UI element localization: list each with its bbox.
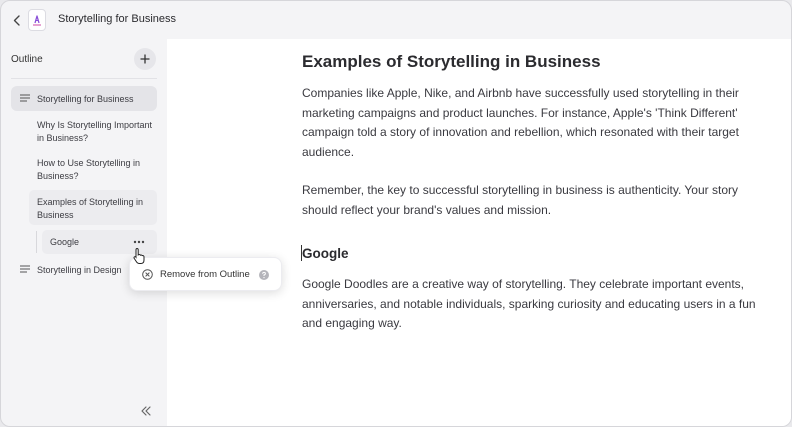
heading-lines-icon	[20, 265, 30, 273]
help-icon[interactable]	[259, 270, 269, 280]
paragraph[interactable]: Remember, the key to successful storytel…	[302, 181, 762, 220]
more-options-icon[interactable]	[133, 240, 145, 244]
outline-item-storytelling-for-business[interactable]: Storytelling for Business	[11, 86, 157, 111]
divider	[11, 78, 157, 79]
collapse-sidebar-button[interactable]	[139, 404, 153, 418]
document-title: Storytelling for Business	[58, 13, 176, 25]
outline-item-examples[interactable]: Examples of Storytelling in Business	[29, 190, 157, 225]
outline-item-label: Storytelling in Design	[37, 265, 122, 275]
remove-from-outline-menu[interactable]: Remove from Outline	[129, 257, 282, 291]
outline-heading: Outline	[11, 54, 43, 65]
app-window: Storytelling for Business Outline Storyt…	[0, 0, 792, 427]
outline-item-how-to-use[interactable]: How to Use Storytelling in Business?	[37, 157, 155, 182]
outline-nesting-line	[36, 231, 37, 253]
document-editor[interactable]: Examples of Storytelling in Business Com…	[167, 39, 791, 426]
heading-lines-icon	[20, 94, 30, 102]
paragraph[interactable]: Google Doodles are a creative way of sto…	[302, 275, 762, 334]
subsection-heading[interactable]: Google	[302, 246, 349, 261]
remove-from-outline-label: Remove from Outline	[160, 269, 250, 280]
back-button[interactable]	[10, 12, 22, 28]
double-chevron-left-icon	[141, 406, 151, 416]
plus-icon	[140, 54, 150, 64]
paragraph[interactable]: Companies like Apple, Nike, and Airbnb h…	[302, 84, 762, 162]
outline-item-label: Storytelling for Business	[37, 94, 134, 104]
outline-item-label: Google	[50, 237, 80, 247]
outline-sidebar: Outline Storytelling for Business Why Is…	[1, 39, 167, 426]
outline-item-storytelling-in-design[interactable]: Storytelling in Design	[11, 262, 141, 278]
hand-pointer-icon	[133, 247, 145, 264]
document-app-icon	[28, 9, 46, 31]
title-bar: Storytelling for Business	[1, 1, 791, 39]
close-circle-icon	[142, 269, 153, 280]
section-heading[interactable]: Examples of Storytelling in Business	[302, 52, 601, 72]
outline-item-why-important[interactable]: Why Is Storytelling Important in Busines…	[37, 119, 155, 144]
chevron-left-icon	[13, 14, 20, 26]
add-outline-button[interactable]	[134, 48, 156, 70]
outline-item-label: Examples of Storytelling in Business	[37, 197, 144, 220]
